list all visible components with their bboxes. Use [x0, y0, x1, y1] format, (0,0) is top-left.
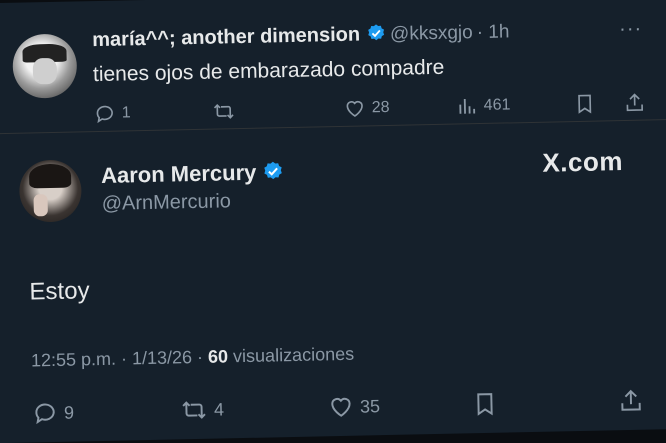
retweet-icon: [180, 397, 209, 424]
like-button[interactable]: 28: [344, 97, 390, 120]
bookmark-button[interactable]: [472, 391, 499, 418]
reply-count: 9: [63, 402, 75, 423]
bookmark-icon: [472, 391, 499, 418]
reply-button[interactable]: 9: [32, 400, 75, 427]
share-button[interactable]: [623, 92, 645, 114]
bookmark-icon: [573, 93, 595, 115]
verified-badge-icon: [366, 23, 386, 43]
avatar-hair: [28, 163, 72, 189]
tweet-meta: 12:55 p.m. · 1/13/26 · 60 visualizacione…: [31, 344, 355, 372]
retweet-button[interactable]: 4: [180, 396, 225, 423]
reply-header: maría^^; another dimension @kksxgjo · 1h: [92, 20, 510, 52]
avatar-hand: [33, 194, 48, 217]
share-icon: [623, 92, 645, 114]
main-tweet: Aaron Mercury @ArnMercurio X.com Estoy 1…: [15, 139, 666, 443]
views-count: 461: [483, 96, 511, 114]
bookmark-button[interactable]: [573, 93, 595, 115]
analytics-icon: [456, 95, 478, 117]
views-label: visualizaciones: [227, 343, 355, 367]
reply-button[interactable]: 1: [94, 102, 131, 125]
retweet-icon: [212, 100, 236, 122]
x-com-watermark: X.com: [542, 146, 624, 178]
author-name-text[interactable]: Aaron Mercury: [101, 160, 257, 188]
comment-icon: [32, 400, 59, 427]
author-handle[interactable]: @ArnMercurio: [101, 190, 231, 216]
heart-icon: [344, 97, 366, 119]
heart-icon: [328, 394, 355, 421]
avatar[interactable]: [18, 159, 83, 223]
like-button[interactable]: 35: [328, 393, 381, 420]
screen: maría^^; another dimension @kksxgjo · 1h ·…: [0, 0, 666, 443]
tweet-text: Estoy: [29, 277, 90, 306]
more-options-icon[interactable]: ···: [619, 18, 642, 41]
like-count: 28: [371, 98, 390, 117]
reply-text: tienes ojos de embarazado compadre: [92, 55, 445, 87]
verified-badge-icon: [262, 160, 284, 182]
reply-count: 1: [121, 104, 131, 122]
share-icon: [618, 388, 645, 415]
tweet-action-bar: 9 4 35: [32, 385, 652, 428]
reply-author-name[interactable]: maría^^; another dimension: [92, 24, 360, 52]
views-count: 60: [207, 346, 229, 367]
like-count: 35: [359, 395, 381, 417]
reply-time[interactable]: · 1h: [476, 21, 509, 43]
reply-handle[interactable]: @kksxgjo: [390, 22, 473, 45]
avatar-face: [32, 57, 58, 85]
avatar[interactable]: [12, 33, 78, 99]
retweet-button[interactable]: [212, 100, 242, 123]
comment-icon: [94, 103, 116, 125]
reply-tweet[interactable]: maría^^; another dimension @kksxgjo · 1h ·…: [12, 11, 654, 134]
tweet-timestamp[interactable]: 12:55 p.m. · 1/13/26 ·: [31, 347, 208, 371]
author-name[interactable]: Aaron Mercury: [101, 159, 285, 189]
retweet-count: 4: [213, 398, 225, 420]
views-button[interactable]: 461: [456, 94, 511, 117]
share-button[interactable]: [618, 388, 645, 415]
